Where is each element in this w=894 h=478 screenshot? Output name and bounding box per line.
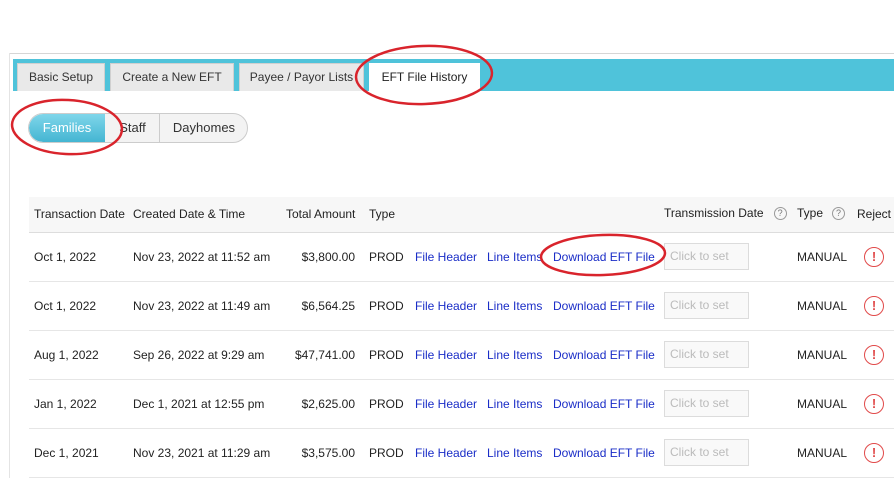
amount-cell: $2,625.00 bbox=[301, 397, 355, 411]
table-row: Oct 1, 2022 Nov 23, 2022 at 11:49 am $6,… bbox=[29, 282, 894, 331]
type-2-cell: MANUAL bbox=[797, 250, 848, 264]
tab-payee-payor-lists[interactable]: Payee / Payor Lists bbox=[239, 63, 364, 91]
file-header-link[interactable]: File Header bbox=[415, 397, 477, 411]
exclamation-circle-icon[interactable]: ! bbox=[864, 296, 884, 316]
transmission-date-input[interactable]: Click to set bbox=[664, 292, 749, 319]
line-items-link[interactable]: Line Items bbox=[487, 299, 542, 313]
header-transmission-date-label: Transmission Date bbox=[664, 206, 764, 220]
type-cell: PROD bbox=[369, 446, 404, 460]
type-2-cell: MANUAL bbox=[797, 397, 848, 411]
header-transmission-date: Transmission Date? bbox=[664, 206, 787, 221]
transaction-date-cell: Oct 1, 2022 bbox=[34, 250, 97, 264]
created-date-cell: Nov 23, 2022 at 11:49 am bbox=[133, 299, 271, 313]
exclamation-circle-icon[interactable]: ! bbox=[864, 443, 884, 463]
tab-create-new-eft[interactable]: Create a New EFT bbox=[110, 63, 234, 91]
content-top-border bbox=[9, 53, 894, 54]
amount-cell: $47,741.00 bbox=[294, 348, 355, 362]
exclamation-circle-icon[interactable]: ! bbox=[864, 394, 884, 414]
download-eft-file-link[interactable]: Download EFT File bbox=[553, 299, 655, 313]
amount-cell: $6,564.25 bbox=[301, 299, 355, 313]
header-type-2: Type? bbox=[797, 206, 846, 221]
file-header-link[interactable]: File Header bbox=[415, 299, 477, 313]
download-eft-file-link[interactable]: Download EFT File bbox=[553, 348, 655, 362]
tab-bar: Basic Setup Create a New EFT Payee / Pay… bbox=[13, 59, 894, 91]
type-2-cell: MANUAL bbox=[797, 299, 848, 313]
transaction-date-cell: Aug 1, 2022 bbox=[34, 348, 99, 362]
type-cell: PROD bbox=[369, 250, 404, 264]
line-items-link[interactable]: Line Items bbox=[487, 446, 542, 460]
tab-basic-setup[interactable]: Basic Setup bbox=[17, 63, 105, 91]
line-items-link[interactable]: Line Items bbox=[487, 250, 542, 264]
tab-eft-file-history[interactable]: EFT File History bbox=[369, 63, 480, 91]
exclamation-circle-icon[interactable]: ! bbox=[864, 345, 884, 365]
line-items-link[interactable]: Line Items bbox=[487, 348, 542, 362]
type-cell: PROD bbox=[369, 397, 404, 411]
file-header-link[interactable]: File Header bbox=[415, 446, 477, 460]
type-2-cell: MANUAL bbox=[797, 446, 848, 460]
table-row: Aug 1, 2022 Sep 26, 2022 at 9:29 am $47,… bbox=[29, 331, 894, 380]
created-date-cell: Sep 26, 2022 at 9:29 am bbox=[133, 348, 265, 362]
transaction-date-cell: Oct 1, 2022 bbox=[34, 299, 97, 313]
type-2-cell: MANUAL bbox=[797, 348, 848, 362]
header-transaction-date: Transaction Date bbox=[34, 207, 125, 221]
file-header-link[interactable]: File Header bbox=[415, 250, 477, 264]
line-items-link[interactable]: Line Items bbox=[487, 397, 542, 411]
segment-families[interactable]: Families bbox=[29, 114, 105, 142]
header-type-2-label: Type bbox=[797, 206, 824, 220]
download-eft-file-link[interactable]: Download EFT File bbox=[553, 397, 655, 411]
file-header-link[interactable]: File Header bbox=[415, 348, 477, 362]
transmission-date-input[interactable]: Click to set bbox=[664, 439, 749, 466]
download-eft-file-link[interactable]: Download EFT File bbox=[553, 250, 655, 264]
header-total-amount: Total Amount bbox=[286, 207, 356, 221]
type-cell: PROD bbox=[369, 348, 404, 362]
transmission-date-input[interactable]: Click to set bbox=[664, 243, 749, 270]
transaction-date-cell: Dec 1, 2021 bbox=[34, 446, 99, 460]
header-created-date: Created Date & Time bbox=[133, 207, 246, 221]
segmented-control: Families Staff Dayhomes bbox=[28, 113, 248, 143]
table-header: Transaction Date Created Date & Time Tot… bbox=[29, 197, 894, 233]
header-reject: Reject bbox=[857, 207, 892, 221]
transaction-date-cell: Jan 1, 2022 bbox=[34, 397, 97, 411]
download-eft-file-link[interactable]: Download EFT File bbox=[553, 446, 655, 460]
table-row: Oct 1, 2022 Nov 23, 2022 at 11:52 am $3,… bbox=[29, 233, 894, 282]
content-left-border bbox=[9, 53, 10, 478]
amount-cell: $3,800.00 bbox=[301, 250, 355, 264]
transmission-date-input[interactable]: Click to set bbox=[664, 390, 749, 417]
amount-cell: $3,575.00 bbox=[301, 446, 355, 460]
segment-dayhomes[interactable]: Dayhomes bbox=[160, 114, 247, 142]
created-date-cell: Nov 23, 2022 at 11:52 am bbox=[133, 250, 271, 264]
created-date-cell: Nov 23, 2021 at 11:29 am bbox=[133, 446, 271, 460]
header-type: Type bbox=[369, 207, 396, 221]
question-circle-icon[interactable]: ? bbox=[773, 207, 787, 221]
exclamation-circle-icon[interactable]: ! bbox=[864, 247, 884, 267]
segment-staff[interactable]: Staff bbox=[105, 114, 160, 142]
table-row: Jan 1, 2022 Dec 1, 2021 at 12:55 pm $2,6… bbox=[29, 380, 894, 429]
type-cell: PROD bbox=[369, 299, 404, 313]
table-row: Dec 1, 2021 Nov 23, 2021 at 11:29 am $3,… bbox=[29, 429, 894, 478]
question-circle-icon[interactable]: ? bbox=[832, 207, 846, 221]
created-date-cell: Dec 1, 2021 at 12:55 pm bbox=[133, 397, 265, 411]
transmission-date-input[interactable]: Click to set bbox=[664, 341, 749, 368]
